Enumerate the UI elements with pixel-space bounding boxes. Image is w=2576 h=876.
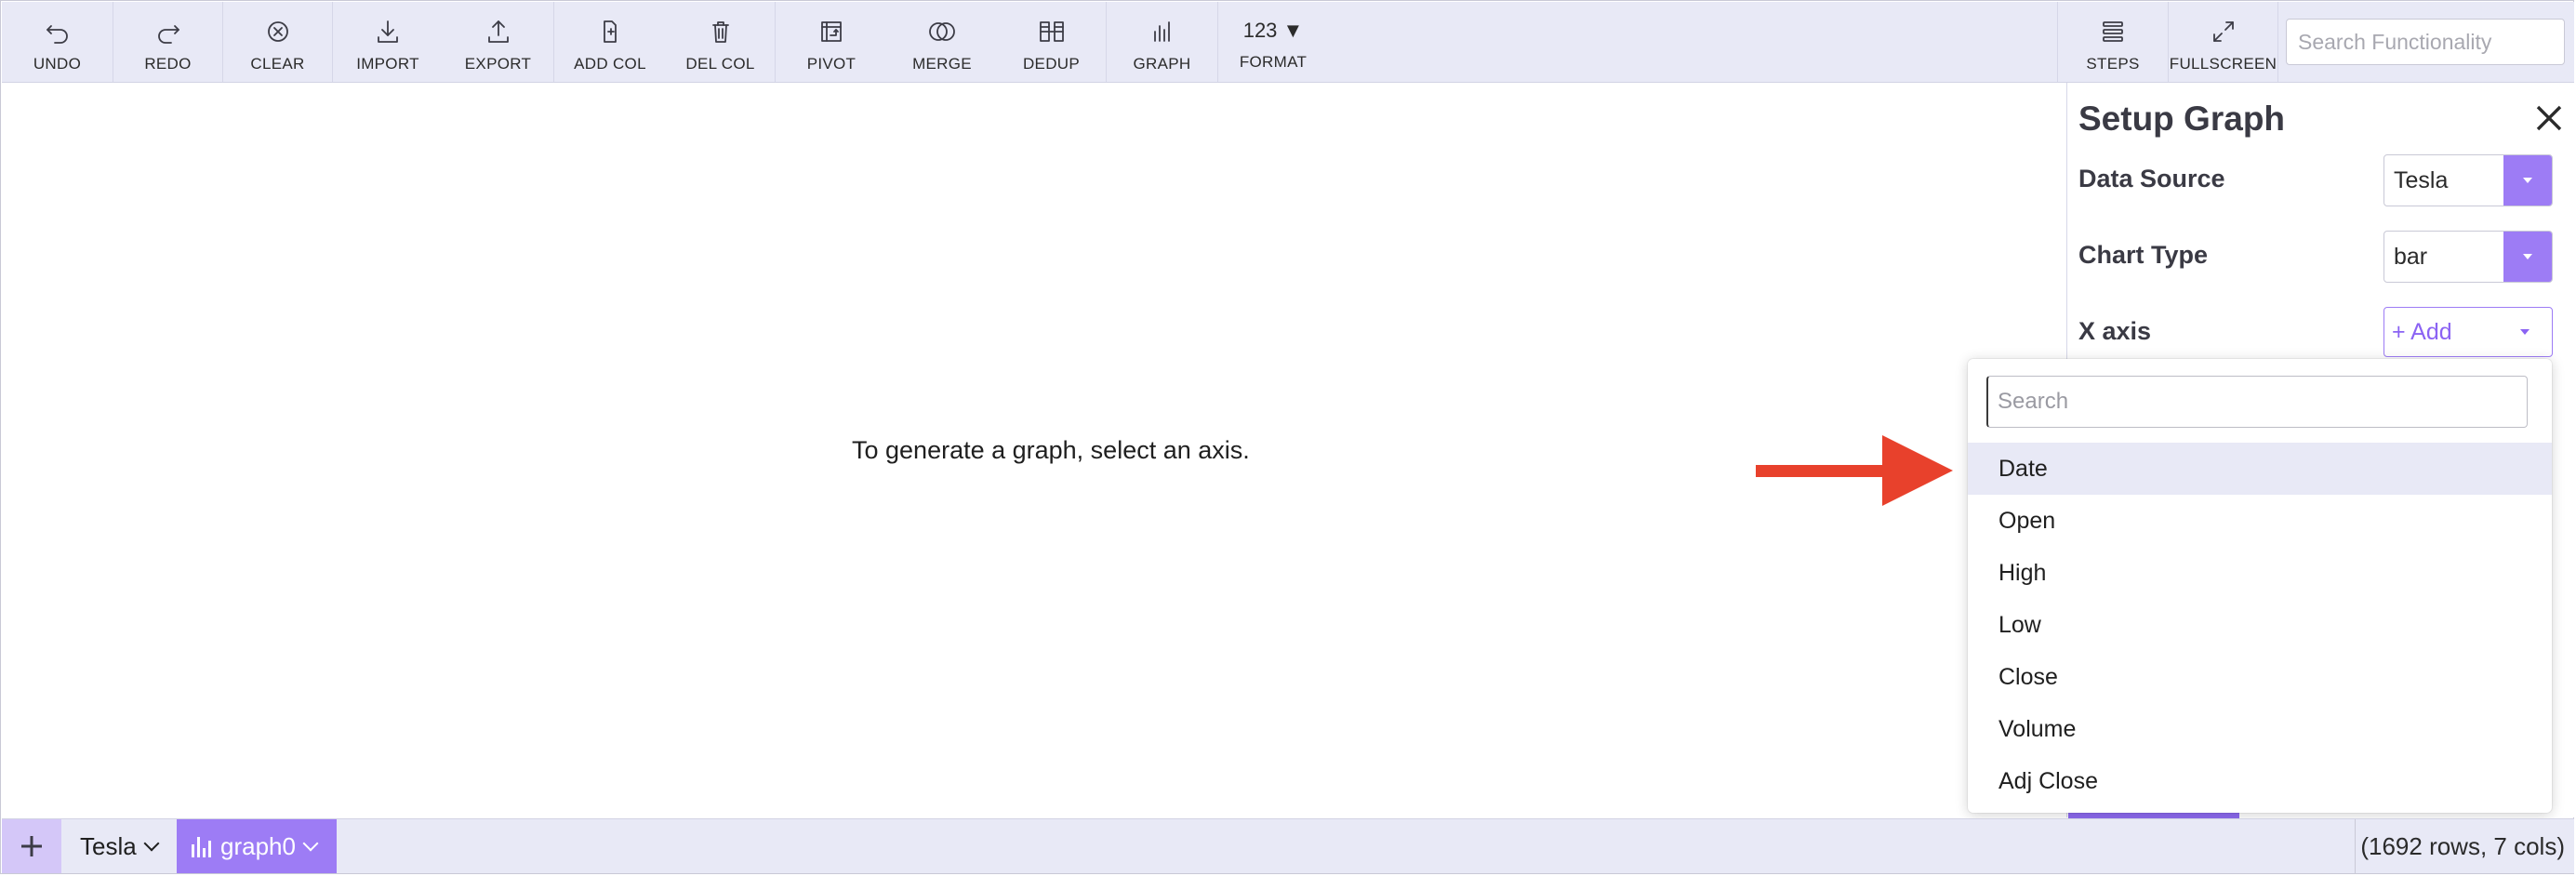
- red-arrow-annotation: [1756, 433, 1955, 508]
- dedup-button[interactable]: DEDUP: [997, 2, 1107, 82]
- chart-type-value: bar: [2394, 243, 2428, 270]
- format-number-icon: 123 ▼: [1242, 19, 1304, 42]
- sheet-tab-bar: Tesla graph0 (1692 rows, 7 cols): [2, 818, 2574, 873]
- dropdown-item-low[interactable]: Low: [1968, 599, 2552, 651]
- sheet-tab-graph[interactable]: graph0: [177, 819, 337, 873]
- pivot-label: PIVOT: [806, 55, 856, 73]
- panel-title: Setup Graph: [2078, 100, 2286, 138]
- dropdown-item-adj-close[interactable]: Adj Close: [1968, 755, 2552, 807]
- steps-button[interactable]: STEPS: [2057, 2, 2169, 82]
- divider: [2355, 819, 2356, 873]
- merge-button[interactable]: MERGE: [887, 2, 997, 82]
- undo-label: UNDO: [33, 55, 82, 73]
- pivot-button[interactable]: PIVOT: [776, 2, 887, 82]
- search-functionality-input[interactable]: [2286, 19, 2565, 65]
- clear-label: CLEAR: [250, 55, 305, 73]
- export-button[interactable]: EXPORT: [443, 2, 554, 82]
- steps-icon: [2094, 15, 2131, 48]
- empty-graph-message: To generate a graph, select an axis.: [852, 436, 1250, 464]
- caret-down-icon[interactable]: [2503, 155, 2552, 206]
- dedup-icon: [1033, 15, 1070, 48]
- pivot-icon: [813, 15, 850, 48]
- add-col-button[interactable]: ADD COL: [554, 2, 666, 82]
- format-button[interactable]: 123 ▼ FORMAT: [1218, 2, 1328, 82]
- x-axis-add-text: + Add: [2392, 318, 2452, 345]
- format-label: FORMAT: [1239, 53, 1308, 71]
- caret-down-icon[interactable]: [2503, 232, 2552, 282]
- undo-button[interactable]: UNDO: [2, 2, 113, 82]
- graph-button[interactable]: GRAPH: [1107, 2, 1218, 82]
- bar-chart-icon: [1144, 15, 1181, 48]
- undo-icon: [39, 15, 76, 48]
- sheet-tab-tesla[interactable]: Tesla: [61, 819, 177, 873]
- add-sheet-button[interactable]: [2, 819, 61, 873]
- import-button[interactable]: IMPORT: [333, 2, 443, 82]
- x-axis-dropdown: Date Open High Low Close Volume Adj Clos…: [1968, 359, 2552, 813]
- chevron-down-icon: [143, 835, 160, 852]
- import-label: IMPORT: [356, 55, 419, 73]
- steps-label: STEPS: [2086, 55, 2140, 73]
- dropdown-item-close[interactable]: Close: [1968, 651, 2552, 703]
- rows-cols-info: (1692 rows, 7 cols): [2360, 832, 2565, 860]
- data-source-label: Data Source: [2078, 165, 2225, 192]
- dropdown-item-date[interactable]: Date: [1968, 443, 2552, 495]
- graph-label: GRAPH: [1133, 55, 1191, 73]
- fullscreen-button[interactable]: FULLSCREEN: [2169, 2, 2278, 82]
- plus-icon: [21, 836, 42, 856]
- dropdown-list: Date Open High Low Close Volume Adj Clos…: [1968, 443, 2552, 807]
- caret-down-icon: [2520, 329, 2530, 335]
- sheet-tab-label: Tesla: [80, 831, 137, 860]
- toolbar: UNDO REDO CLEAR IMPORT EXPORT ADD COL DE…: [2, 2, 2574, 83]
- redo-label: REDO: [144, 55, 192, 73]
- export-label: EXPORT: [464, 55, 532, 73]
- chart-type-label: Chart Type: [2078, 241, 2209, 269]
- x-axis-add-select[interactable]: + Add: [2383, 307, 2553, 357]
- bar-chart-icon: [192, 835, 211, 857]
- trash-icon: [702, 15, 739, 48]
- del-col-label: DEL COL: [685, 55, 755, 73]
- add-col-label: ADD COL: [574, 55, 646, 73]
- data-source-select[interactable]: Tesla: [2383, 154, 2553, 206]
- del-col-button[interactable]: DEL COL: [666, 2, 776, 82]
- redo-icon: [150, 15, 187, 48]
- fullscreen-icon: [2205, 15, 2242, 48]
- chevron-down-icon: [302, 835, 319, 852]
- dropdown-item-volume[interactable]: Volume: [1968, 703, 2552, 755]
- merge-label: MERGE: [912, 55, 972, 73]
- dropdown-item-high[interactable]: High: [1968, 547, 2552, 599]
- import-icon: [369, 15, 406, 48]
- clear-button[interactable]: CLEAR: [223, 2, 333, 82]
- graph-tab-label: graph0: [220, 831, 296, 860]
- dedup-label: DEDUP: [1022, 55, 1080, 73]
- data-source-value: Tesla: [2394, 166, 2449, 193]
- add-column-icon: [591, 15, 629, 48]
- clear-icon: [259, 15, 297, 48]
- chart-type-select[interactable]: bar: [2383, 231, 2553, 283]
- close-icon[interactable]: [2530, 100, 2568, 137]
- export-icon: [480, 15, 517, 48]
- x-axis-label: X axis: [2078, 317, 2152, 345]
- redo-button[interactable]: REDO: [113, 2, 223, 82]
- merge-icon: [923, 15, 961, 48]
- dropdown-item-open[interactable]: Open: [1968, 495, 2552, 547]
- fullscreen-label: FULLSCREEN: [2169, 55, 2277, 73]
- dropdown-search-input[interactable]: [1986, 376, 2528, 428]
